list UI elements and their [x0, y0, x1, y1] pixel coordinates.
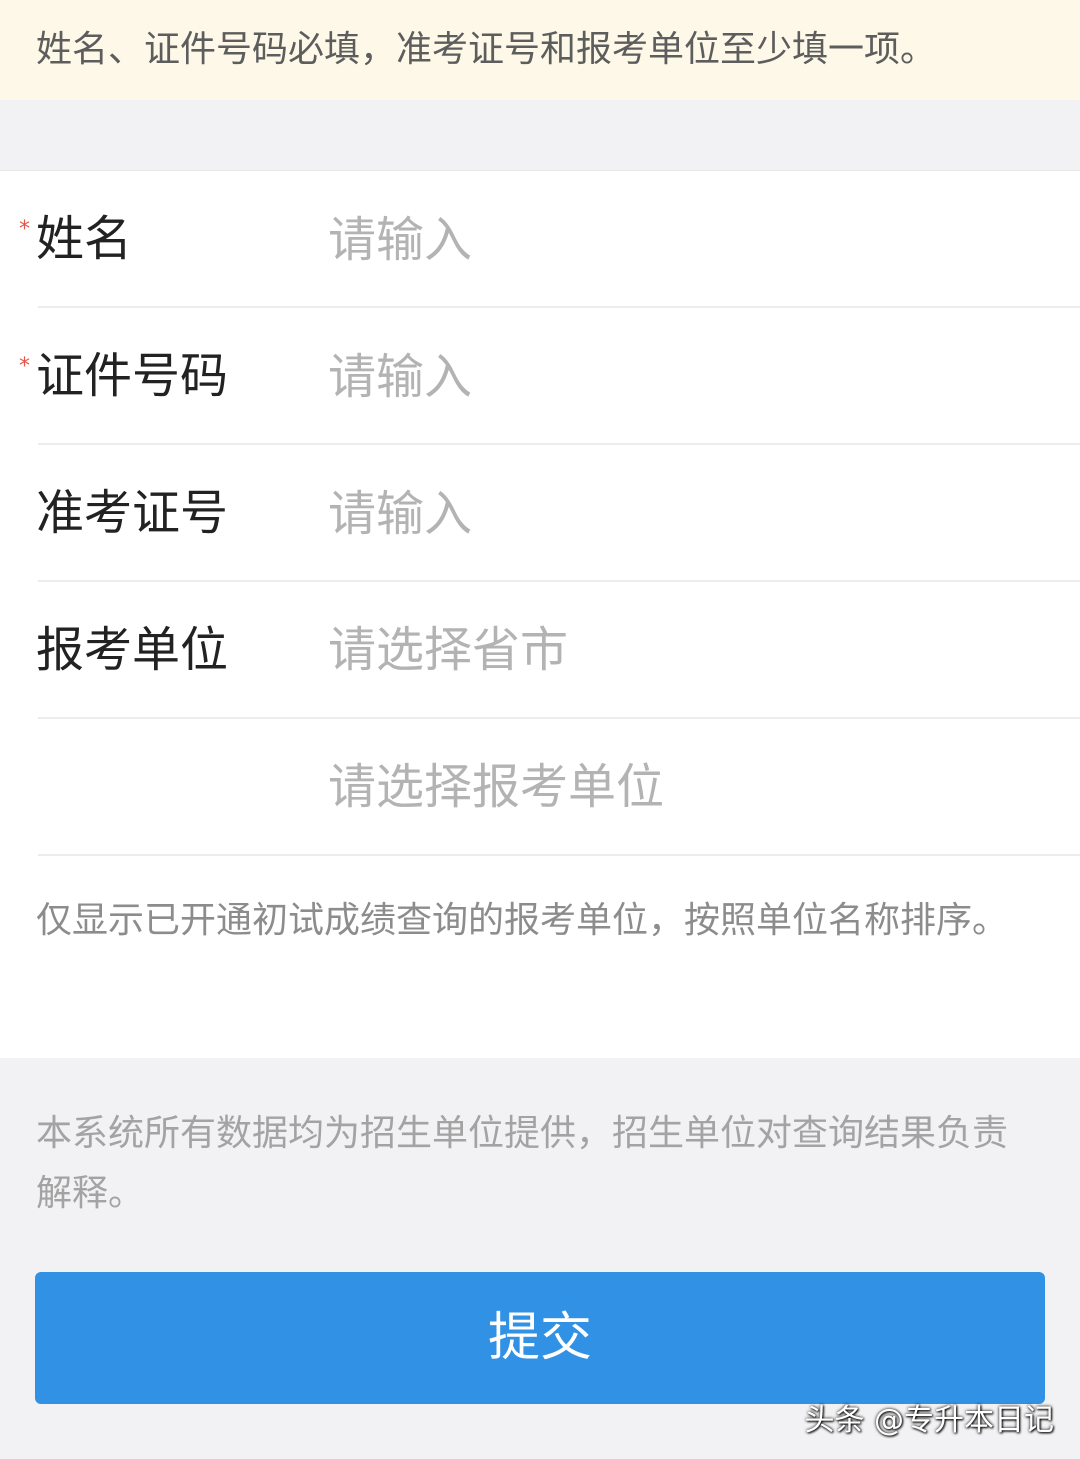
- unit-label: 报考单位: [36, 622, 229, 678]
- unit-hint: 仅显示已开通初试成绩查询的报考单位，按照单位名称排序。: [36, 900, 1009, 941]
- notice-banner: 姓名、证件号码必填，准考证号和报考单位至少填一项。: [0, 0, 1080, 100]
- id-number-row: * 证件号码: [0, 308, 1080, 445]
- watermark: 头条 @专升本日记: [804, 1403, 1054, 1438]
- notice-text: 姓名、证件号码必填，准考证号和报考单位至少填一项。: [36, 29, 937, 70]
- admission-ticket-row: 准考证号: [0, 445, 1080, 582]
- id-number-input[interactable]: [328, 332, 1050, 422]
- name-label: 姓名: [36, 211, 133, 267]
- admission-ticket-input[interactable]: [328, 469, 1050, 559]
- name-input[interactable]: [328, 195, 1050, 285]
- name-row: * 姓名: [0, 171, 1080, 308]
- submit-button[interactable]: 提交: [35, 1272, 1045, 1404]
- id-number-label: 证件号码: [36, 348, 229, 404]
- required-mark: *: [19, 217, 30, 242]
- unit-select-row: 请选择报考单位: [0, 719, 1080, 856]
- page: 姓名、证件号码必填，准考证号和报考单位至少填一项。 * 姓名 * 证件号码 准考…: [0, 0, 1080, 1459]
- province-select[interactable]: 请选择省市: [328, 582, 568, 719]
- query-form: * 姓名 * 证件号码 准考证号 报考单位 请选择省市 请选择报考单位 仅显示已…: [0, 170, 1080, 1058]
- unit-select[interactable]: 请选择报考单位: [328, 719, 664, 856]
- admission-ticket-label: 准考证号: [36, 485, 229, 541]
- divider: [38, 854, 1080, 856]
- unit-province-row: 报考单位 请选择省市: [0, 582, 1080, 719]
- disclaimer-text: 本系统所有数据均为招生单位提供，招生单位对查询结果负责解释。: [36, 1113, 1009, 1214]
- required-mark: *: [19, 354, 30, 379]
